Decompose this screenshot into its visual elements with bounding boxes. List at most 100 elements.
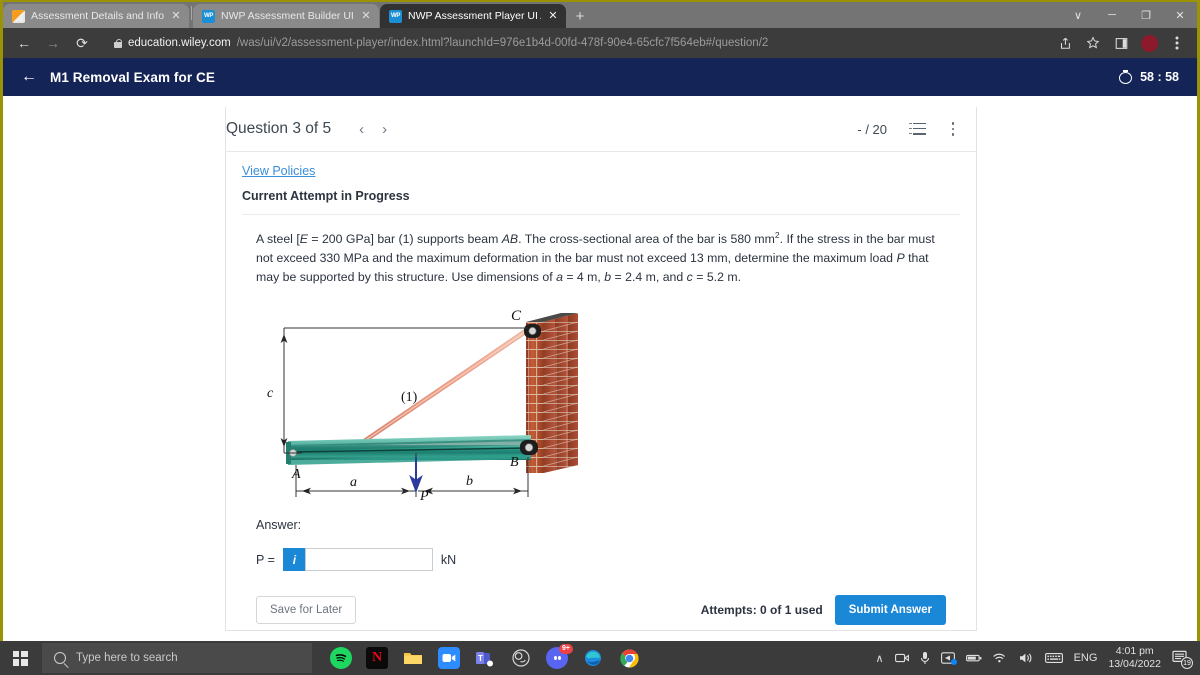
question-pager: ‹ › bbox=[359, 121, 387, 138]
qt-g: = 2.4 m, and bbox=[611, 270, 687, 285]
save-for-later-button[interactable]: Save for Later bbox=[256, 596, 357, 625]
question-body: View Policies Current Attempt in Progres… bbox=[226, 152, 976, 626]
browser-tab-0[interactable]: Assessment Details and Informat ✕ bbox=[3, 4, 189, 28]
timer-value: 58 : 58 bbox=[1140, 70, 1179, 84]
share-icon[interactable] bbox=[1053, 31, 1077, 55]
question-header: Question 3 of 5 ‹ › - / 20 bbox=[226, 107, 976, 152]
statics-diagram: c a b P C A B (1) bbox=[256, 305, 616, 504]
file-explorer-icon[interactable] bbox=[402, 647, 424, 669]
windows-start-icon[interactable] bbox=[0, 641, 40, 675]
exam-timer: 58 : 58 bbox=[1119, 70, 1179, 84]
tab-title: NWP Assessment Builder UI App bbox=[221, 9, 354, 22]
wp-icon: WP bbox=[202, 9, 215, 23]
language-indicator[interactable]: ENG bbox=[1074, 652, 1098, 664]
forward-button[interactable]: → bbox=[40, 30, 66, 56]
stopwatch-icon bbox=[1119, 70, 1133, 84]
window-controls: ∨ ─ ❐ ✕ bbox=[1061, 2, 1197, 28]
netflix-icon[interactable]: N bbox=[366, 647, 388, 669]
discord-icon[interactable]: 9+ bbox=[546, 644, 573, 669]
browser-window: Assessment Details and Informat ✕ WP NWP… bbox=[0, 0, 1200, 641]
answer-field-group: i bbox=[282, 548, 433, 572]
search-icon bbox=[54, 652, 66, 664]
sidepanel-icon[interactable] bbox=[1109, 31, 1133, 55]
next-question-button[interactable]: › bbox=[382, 121, 387, 138]
close-icon[interactable]: ✕ bbox=[360, 10, 372, 22]
label-C: C bbox=[511, 308, 522, 324]
display-icon[interactable] bbox=[940, 652, 957, 665]
microsoft-teams-icon[interactable]: T bbox=[474, 647, 496, 669]
attempts-counter: Attempts: 0 of 1 used bbox=[700, 603, 823, 618]
minimize-all-icon[interactable]: ∨ bbox=[1061, 2, 1095, 28]
svg-text:T: T bbox=[478, 654, 483, 663]
numbered-list-icon[interactable] bbox=[909, 122, 926, 136]
app-back-button[interactable]: ← bbox=[21, 69, 37, 85]
close-window-icon[interactable]: ✕ bbox=[1163, 2, 1197, 28]
tab-title: Assessment Details and Informat bbox=[31, 9, 164, 22]
qt-a: A steel [ bbox=[256, 232, 300, 247]
toolbar-right bbox=[1053, 31, 1189, 55]
keyboard-icon[interactable] bbox=[1044, 652, 1063, 664]
submit-answer-button[interactable]: Submit Answer bbox=[834, 595, 946, 626]
kebab-menu-icon[interactable] bbox=[946, 122, 960, 136]
address-bar[interactable]: education.wiley.com/was/ui/v2/assessment… bbox=[104, 32, 1050, 54]
spotify-icon[interactable] bbox=[330, 647, 352, 669]
qt-P: P bbox=[896, 251, 905, 266]
maximize-icon[interactable]: ❐ bbox=[1129, 2, 1163, 28]
browser-tab-2[interactable]: WP NWP Assessment Player UI Appli ✕ bbox=[380, 4, 566, 28]
browser-tab-1[interactable]: WP NWP Assessment Builder UI App ✕ bbox=[193, 4, 379, 28]
microsoft-edge-icon[interactable] bbox=[582, 647, 604, 669]
lock-icon bbox=[114, 38, 123, 48]
close-icon[interactable]: ✕ bbox=[170, 10, 182, 22]
label-A: A bbox=[291, 467, 301, 482]
bookmark-star-icon[interactable] bbox=[1081, 31, 1105, 55]
label-P: P bbox=[419, 489, 429, 500]
clock-date: 13/04/2022 bbox=[1108, 658, 1161, 670]
page-title: M1 Removal Exam for CE bbox=[50, 69, 216, 85]
chrome-menu-icon[interactable] bbox=[1165, 31, 1189, 55]
app-header: ← M1 Removal Exam for CE 58 : 58 bbox=[3, 58, 1197, 96]
minimize-icon[interactable]: ─ bbox=[1095, 2, 1129, 28]
answer-input[interactable] bbox=[304, 548, 433, 572]
google-chrome-icon[interactable] bbox=[618, 647, 640, 669]
question-label: Question 3 of 5 bbox=[226, 120, 332, 137]
beam-ab bbox=[286, 435, 531, 466]
qt-dim-a: a bbox=[556, 270, 563, 285]
answer-unit: kN bbox=[440, 552, 457, 567]
chevron-up-icon[interactable]: ∧ bbox=[876, 652, 884, 665]
url-path: /was/ui/v2/assessment-player/index.html?… bbox=[236, 37, 769, 49]
profile-avatar[interactable] bbox=[1137, 31, 1161, 55]
microphone-icon[interactable] bbox=[920, 651, 930, 665]
pin-c bbox=[524, 324, 541, 339]
wp-icon: WP bbox=[389, 9, 402, 23]
attempt-status: Current Attempt in Progress bbox=[242, 180, 960, 215]
battery-icon[interactable] bbox=[965, 653, 982, 663]
wifi-icon[interactable] bbox=[992, 652, 1008, 664]
clock-time: 4:01 pm bbox=[1115, 645, 1154, 657]
obs-studio-icon[interactable] bbox=[510, 647, 532, 669]
qt-c: . The cross-sectional area of the bar is… bbox=[518, 232, 775, 247]
diagram-svg: c a b P C A B (1) bbox=[267, 308, 579, 504]
question-text: A steel [E = 200 GPa] bar (1) supports b… bbox=[242, 215, 960, 287]
taskbar-search[interactable]: Type here to search bbox=[42, 643, 312, 673]
zoom-icon[interactable] bbox=[438, 647, 460, 669]
tab-separator bbox=[191, 5, 192, 20]
windows-taskbar: Type here to search N T 9+ ∧ ENG 4:01 pm… bbox=[0, 641, 1200, 675]
question-card: Question 3 of 5 ‹ › - / 20 View Policies… bbox=[225, 107, 977, 631]
info-icon[interactable]: i bbox=[282, 548, 305, 572]
prev-question-button[interactable]: ‹ bbox=[359, 121, 364, 138]
diagonal-bar bbox=[351, 326, 537, 448]
notification-center-icon[interactable]: 19 bbox=[1172, 650, 1193, 669]
qt-E: E bbox=[299, 232, 308, 247]
back-button[interactable]: ← bbox=[11, 30, 37, 56]
view-policies-link[interactable]: View Policies bbox=[242, 152, 315, 178]
clock[interactable]: 4:01 pm 13/04/2022 bbox=[1108, 645, 1161, 671]
close-icon[interactable]: ✕ bbox=[547, 10, 559, 22]
score-display: - / 20 bbox=[857, 121, 887, 137]
volume-icon[interactable] bbox=[1019, 652, 1034, 664]
notification-badge: 19 bbox=[1181, 657, 1193, 669]
new-tab-button[interactable]: + bbox=[567, 4, 593, 28]
qt-f: = 4 m, bbox=[562, 270, 605, 285]
label-a: a bbox=[350, 475, 357, 490]
reload-button[interactable]: ⟳ bbox=[69, 30, 95, 56]
camera-icon[interactable] bbox=[894, 652, 909, 664]
